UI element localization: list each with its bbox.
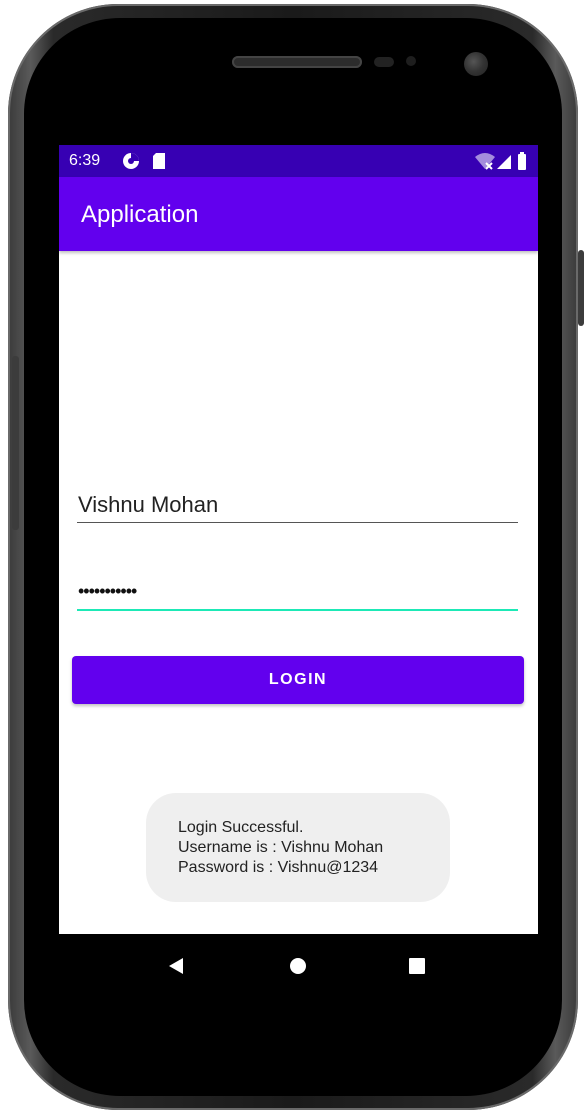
wifi-icon (473, 151, 497, 176)
toast-line-1: Login Successful. (178, 819, 304, 836)
earpiece-speaker (232, 56, 362, 68)
back-icon[interactable] (167, 956, 185, 981)
recents-icon[interactable] (408, 957, 426, 980)
proximity-sensor (374, 57, 394, 67)
front-camera (464, 52, 488, 76)
toast-line-3: Password is : Vishnu@1234 (178, 859, 379, 876)
navigation-bar (59, 934, 538, 998)
power-button (578, 250, 584, 326)
volume-button (12, 356, 19, 530)
toast-message: Login Successful. Username is : Vishnu M… (146, 793, 450, 902)
data-saver-icon (121, 151, 141, 176)
status-time: 6:39 (69, 152, 101, 169)
username-field[interactable]: Vishnu Mohan (77, 487, 518, 523)
sd-card-icon (151, 151, 167, 176)
app-bar: Application (59, 177, 538, 251)
signal-icon (495, 151, 513, 176)
toast-line-2: Username is : Vishnu Mohan (178, 839, 384, 856)
light-sensor (406, 56, 416, 66)
battery-icon (517, 151, 527, 176)
password-underline (77, 609, 518, 611)
login-button-label: LOGIN (268, 671, 328, 688)
password-field[interactable]: ••••••••••• (77, 573, 518, 611)
phone-screen: 6:39 Application Vishnu Mohan ••••••••••… (59, 145, 538, 998)
password-value: ••••••••••• (78, 581, 137, 601)
username-underline (77, 522, 518, 523)
login-button[interactable]: LOGIN (72, 656, 524, 704)
home-icon[interactable] (288, 956, 308, 981)
app-title: Application (81, 201, 199, 228)
username-value: Vishnu Mohan (78, 492, 219, 517)
status-bar: 6:39 (59, 145, 538, 177)
